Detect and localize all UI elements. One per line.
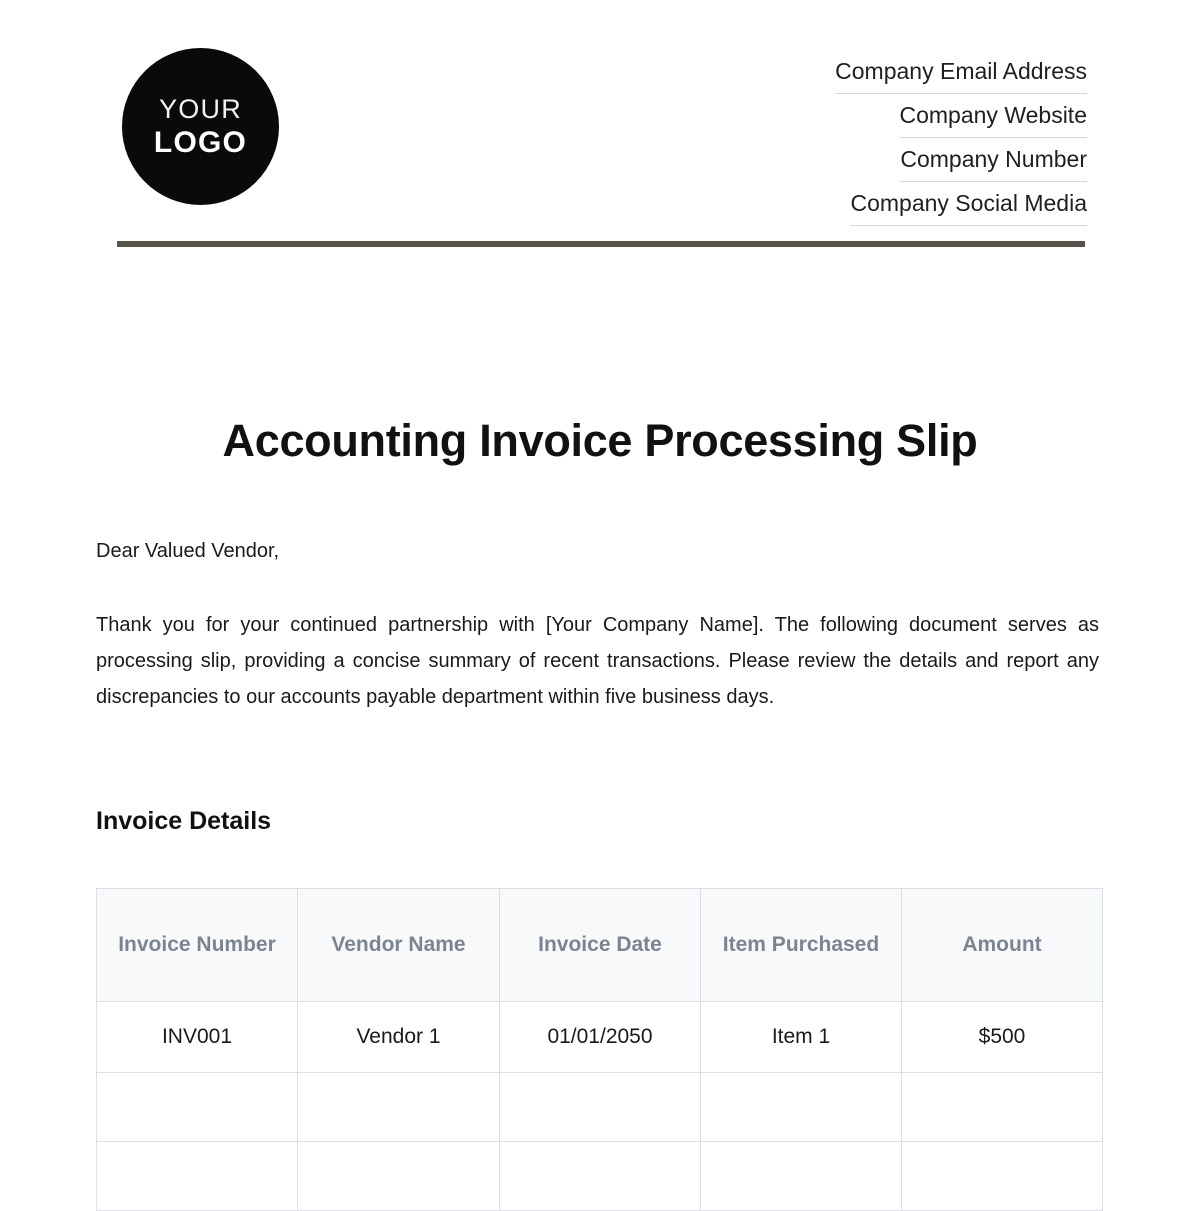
company-number: Company Number [900,138,1087,182]
invoice-details-table-wrapper: Invoice Number Vendor Name Invoice Date … [96,888,1103,1211]
column-header-invoice-number: Invoice Number [96,888,298,1002]
column-header-vendor-name: Vendor Name [297,888,500,1002]
contact-row-email: Company Email Address [835,50,1087,94]
contact-row-website: Company Website [835,94,1087,138]
invoice-details-heading: Invoice Details [96,807,272,835]
cell-invoice-number[interactable] [96,1072,298,1142]
cell-amount[interactable]: $500 [901,1001,1103,1073]
cell-item-purchased[interactable] [700,1072,902,1142]
logo-text-bottom: LOGO [153,125,248,159]
table-header-row: Invoice Number Vendor Name Invoice Date … [96,888,1103,1002]
column-header-item-purchased: Item Purchased [700,888,902,1002]
contact-row-social: Company Social Media [835,182,1087,226]
contact-row-number: Company Number [835,138,1087,182]
cell-invoice-number[interactable] [96,1141,298,1211]
cell-vendor-name[interactable] [297,1072,500,1142]
intro-paragraph: Thank you for your continued partnership… [96,614,1099,708]
document-header: YOUR LOGO Company Email Address Company … [0,0,1200,250]
salutation-text: Dear Valued Vendor, [96,540,280,562]
cell-amount[interactable] [901,1141,1103,1211]
cell-invoice-date[interactable] [499,1141,701,1211]
logo-text-top: YOUR [159,93,242,124]
company-contact-block: Company Email Address Company Website Co… [835,50,1087,226]
company-logo: YOUR LOGO [122,48,279,205]
document-page: YOUR LOGO Company Email Address Company … [0,0,1200,1211]
page-title: Accounting Invoice Processing Slip [222,415,978,466]
company-website: Company Website [899,94,1087,138]
header-divider-rule [117,241,1085,247]
cell-invoice-number[interactable]: INV001 [96,1001,298,1073]
letter-body: Dear Valued Vendor, Thank you for your c… [96,536,1099,715]
company-social-media: Company Social Media [850,182,1087,226]
cell-item-purchased[interactable]: Item 1 [700,1001,902,1073]
invoice-details-table: Invoice Number Vendor Name Invoice Date … [96,888,1103,1211]
cell-invoice-date[interactable]: 01/01/2050 [499,1001,701,1073]
cell-vendor-name[interactable]: Vendor 1 [297,1001,500,1073]
table-row[interactable] [96,1141,1103,1211]
cell-item-purchased[interactable] [700,1141,902,1211]
column-header-invoice-date: Invoice Date [499,888,701,1002]
cell-vendor-name[interactable] [297,1141,500,1211]
column-header-amount: Amount [901,888,1103,1002]
cell-invoice-date[interactable] [499,1072,701,1142]
table-row[interactable] [96,1072,1103,1142]
cell-amount[interactable] [901,1072,1103,1142]
company-email-address: Company Email Address [835,50,1087,94]
table-row[interactable]: INV001 Vendor 1 01/01/2050 Item 1 $500 [96,1001,1103,1073]
